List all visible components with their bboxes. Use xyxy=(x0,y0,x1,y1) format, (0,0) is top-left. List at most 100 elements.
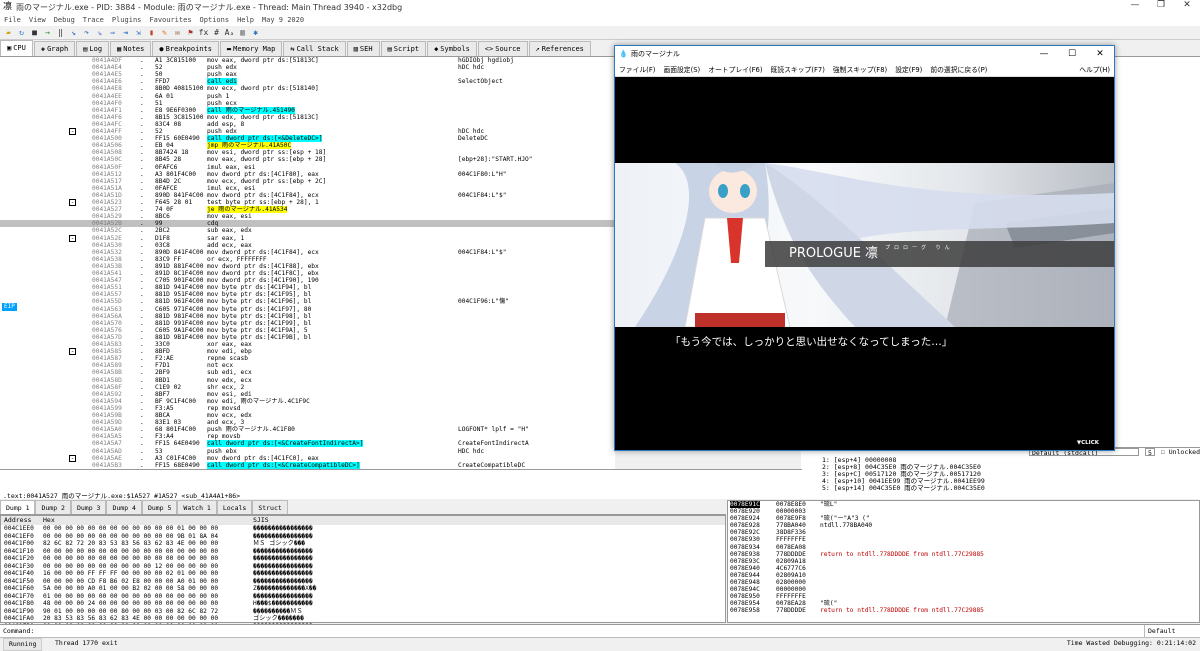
disasm-row[interactable]: 0041A58D. 8BD1 mov edx, ecx xyxy=(0,377,615,384)
font-icon[interactable]: Aₐ xyxy=(224,27,235,38)
disasm-row[interactable]: 0041A547. C705 901F4C00 mov dword ptr ds:[… xyxy=(0,277,615,284)
disasm-row[interactable]: 0041A532. 890D 841F4C00 mov dword ptr ds:[… xyxy=(0,249,615,256)
disasm-row[interactable]: 0041A4F0. 51 push ecx xyxy=(0,100,615,107)
disasm-row[interactable]: 0041A52E. D1F8 sar eax, 1 xyxy=(0,235,615,242)
menu-help[interactable]: Help xyxy=(233,16,258,24)
tab-symbols[interactable]: ◆ Symbols xyxy=(427,41,477,56)
dump-row[interactable]: 004C1F90 90 01 00 00 00 00 00 80 00 00 03… xyxy=(1,608,725,616)
stack-row[interactable]: 0078E928 778BA040 ntdll.778BA040 xyxy=(728,522,1199,529)
tab-script[interactable]: ▤ Script xyxy=(380,41,427,56)
disasm-row[interactable]: 0041A527. 74 0F je 雨のマージナル.41A534 xyxy=(0,206,615,214)
game-menu-autoplay[interactable]: オートプレイ(F6) xyxy=(704,63,766,76)
dump-tab-dump-3[interactable]: Dump 3 xyxy=(70,500,107,514)
disasm-row[interactable]: 0041A50C. 8B45 28 mov eax, dword ptr ss:[e… xyxy=(0,156,615,163)
pause-icon[interactable]: ‖ xyxy=(55,27,66,38)
dump-row[interactable]: 004C1FA0 20 83 53 83 56 83 62 83 4E 00 00… xyxy=(1,615,725,623)
disasm-row[interactable]: 0041A538. 83C9 FF or ecx, FFFFFFFF xyxy=(0,256,615,263)
dump-row[interactable]: 004C1F60 5A 00 00 00 A0 01 00 00 B2 02 00… xyxy=(1,585,725,593)
disasm-row[interactable]: 0041A4E5. 50 push eax xyxy=(0,71,615,78)
disasm-row[interactable]: 0041A4F6. 8B15 3C815100 mov edx, dword ptr… xyxy=(0,114,615,121)
dump-tab-struct[interactable]: Struct xyxy=(252,500,288,514)
dump-tab-dump-5[interactable]: Dump 5 xyxy=(141,500,178,514)
stack-row[interactable]: 0078E954 0078EA28 "琉(" xyxy=(728,600,1199,607)
game-menu-force-skip[interactable]: 強制スキップ(F8) xyxy=(829,63,891,76)
restart-icon[interactable]: ↻ xyxy=(16,27,27,38)
trace-over-icon[interactable]: ⇒ xyxy=(107,27,118,38)
command-mode-select[interactable]: Default xyxy=(1144,625,1194,637)
dump-row[interactable]: 004C1F80 48 00 00 00 24 00 00 00 00 00 00… xyxy=(1,600,725,608)
game-close-button[interactable]: ✕ xyxy=(1086,46,1114,63)
disasm-row[interactable]: 0041A517. 8B4D 2C mov ecx, dword ptr ss:[e… xyxy=(0,178,615,185)
disasm-row[interactable]: 0041A5AE. A3 C01F4C00 mov dword ptr ds:[4C… xyxy=(0,455,615,462)
tab-notes[interactable]: ▦ Notes xyxy=(110,41,152,56)
hash-icon[interactable]: # xyxy=(211,27,222,38)
dump-tab-dump-4[interactable]: Dump 4 xyxy=(106,500,142,514)
maximize-button[interactable]: ❐ xyxy=(1148,0,1174,10)
disasm-row[interactable]: 0041A5A0. 68 801F4C00 push 雨のマージナル.4C1F80 L… xyxy=(0,426,615,433)
disasm-row[interactable]: 0041A58F. C1E9 02 shr ecx, 2 xyxy=(0,384,615,391)
menu-file[interactable]: File xyxy=(0,16,25,24)
tab-breakpoints[interactable]: ● Breakpoints xyxy=(152,41,219,56)
disasm-row[interactable]: 0041A4DF. A1 3C815100 mov eax, dword ptr d… xyxy=(0,57,615,64)
disasm-row[interactable]: 0041A512. A3 801F4C00 mov dword ptr ds:[4C… xyxy=(0,171,615,178)
tab-call-stack[interactable]: ⇆ Call Stack xyxy=(283,41,346,56)
menu-plugins[interactable]: Plugins xyxy=(108,16,146,24)
menu-options[interactable]: Options xyxy=(196,16,234,24)
run-to-user-code-icon[interactable]: ⇲ xyxy=(133,27,144,38)
dump-row[interactable]: 004C1F10 00 00 00 00 00 00 00 00 00 00 00… xyxy=(1,548,725,556)
disasm-row[interactable]: 0041A4E6. FFD7 call edi SelectObject xyxy=(0,78,615,86)
disasm-row[interactable]: 0041A5B3. FF15 68E0490 call dword ptr ds:[… xyxy=(0,461,615,469)
game-menu-screen[interactable]: 画面設定(S) xyxy=(659,63,704,76)
disasm-row[interactable]: 0041A4EE. 6A 01 push 1 xyxy=(0,93,615,100)
collapse-toggle[interactable]: - xyxy=(69,234,76,242)
disasm-row[interactable]: 0041A4E8. 8B0D 40815100 mov ecx, dword ptr… xyxy=(0,85,615,92)
tab-cpu[interactable]: ▣ CPU xyxy=(0,40,33,56)
dump-row[interactable]: 004C1F20 00 00 00 00 00 00 00 00 00 00 00… xyxy=(1,555,725,563)
dump-header-ascii[interactable]: SJIS xyxy=(253,516,269,525)
disasm-row[interactable]: 0041A5A5. F3:A4 rep movsb xyxy=(0,433,615,440)
dump-tab-locals[interactable]: Locals xyxy=(216,500,253,514)
disasm-row[interactable]: 0041A500. FF15 60E0490 call dword ptr ds:[… xyxy=(0,135,615,143)
stack-row[interactable]: 0078E958 778DDDDE return to ntdll.778DDDDE… xyxy=(728,607,1199,614)
stack-row[interactable]: 0078E950 FFFFFFFE xyxy=(728,593,1199,600)
menu-favourites[interactable]: Favourites xyxy=(145,16,195,24)
disasm-row[interactable]: 0041A585. 8BFD mov edi, ebp xyxy=(0,348,615,355)
unlocked-checkbox[interactable]: ☐ Unlocked xyxy=(1161,448,1200,456)
stack-row[interactable]: 0078E948 02800000 xyxy=(728,579,1199,586)
game-menu-file[interactable]: ファイル(F) xyxy=(615,63,659,76)
disasm-row[interactable]: 0041A592. 8BF7 mov esi, edi xyxy=(0,391,615,398)
stack-row[interactable]: 0078E924 0078E9F8 "琉("ー"A"3 (" xyxy=(728,515,1199,522)
stack-row[interactable]: 0078E938 778DDDDE return to ntdll.778DDDDE… xyxy=(728,551,1199,558)
minimize-button[interactable]: — xyxy=(1122,0,1148,10)
tab-graph[interactable]: ◈ Graph xyxy=(33,41,76,56)
stack-row[interactable]: 0078E93C 02809A18 xyxy=(728,558,1199,565)
disasm-row[interactable]: 0041A5AD. 53 push ebx HDC hdc xyxy=(0,448,615,455)
disassembly-view[interactable]: 0041A4DF. A1 3C815100 mov eax, dword ptr d… xyxy=(0,57,615,469)
dump-header-hex[interactable]: Hex xyxy=(43,516,55,525)
step-over-icon[interactable]: ↷ xyxy=(81,27,92,38)
dump-row[interactable]: 004C1EE0 00 00 00 00 00 00 00 00 00 00 00… xyxy=(1,525,725,533)
disasm-row[interactable]: 0041A583. 33C0 xor eax, eax xyxy=(0,341,615,348)
disasm-row[interactable]: 0041A51A. 0FAFCE imul ecx, esi xyxy=(0,185,615,192)
collapse-toggle[interactable]: - xyxy=(69,348,76,356)
dump-row[interactable]: 004C1F50 00 00 00 00 CD F8 B6 02 E8 00 00… xyxy=(1,578,725,586)
trace-into-icon[interactable]: ⇘ xyxy=(94,27,105,38)
menu-view[interactable]: View xyxy=(25,16,50,24)
function-icon[interactable]: fx xyxy=(198,27,209,38)
disasm-row[interactable]: 0041A50F. 0FAFC6 imul eax, esi xyxy=(0,164,615,171)
dump-row[interactable]: 004C1F00 82 6C 82 72 20 83 53 83 56 83 62… xyxy=(1,540,725,548)
disasm-row[interactable]: 0041A541. 891D 8C1F4C00 mov dword ptr ds:[… xyxy=(0,270,615,277)
disasm-row[interactable]: 0041A59D. 83E1 03 and ecx, 3 xyxy=(0,419,615,426)
disasm-row[interactable]: 0041A508. 8B7424 18 mov esi, dword ptr ss:… xyxy=(0,149,615,156)
dump-row[interactable]: 004C1F70 01 00 00 00 00 00 00 00 00 00 00… xyxy=(1,593,725,601)
tab-log[interactable]: ▤ Log xyxy=(76,41,110,56)
stack-view[interactable]: 0078E91C 0078E8E0 "琉L" 0078E920 00000003 0078… xyxy=(727,500,1200,623)
bookmark-icon[interactable]: ⚑ xyxy=(185,27,196,38)
dump-row[interactable]: 004C1F30 00 00 00 00 00 00 00 00 00 00 12… xyxy=(1,563,725,571)
tab-source[interactable]: <> Source xyxy=(477,41,528,56)
disasm-row[interactable]: 0041A51D. 890D 841F4C00 mov dword ptr ds:[… xyxy=(0,192,615,199)
disasm-row[interactable]: 0041A594. BF 9C1F4C00 mov edi, 雨のマージナル.4C1… xyxy=(0,398,615,405)
click-indicator[interactable]: ▼CLICK xyxy=(1077,440,1099,446)
disasm-row[interactable]: 0041A5A7. FF15 64E0490 call dword ptr ds:[… xyxy=(0,440,615,448)
disasm-row[interactable]: 0041A52C. 2BC2 sub eax, edx xyxy=(0,227,615,234)
